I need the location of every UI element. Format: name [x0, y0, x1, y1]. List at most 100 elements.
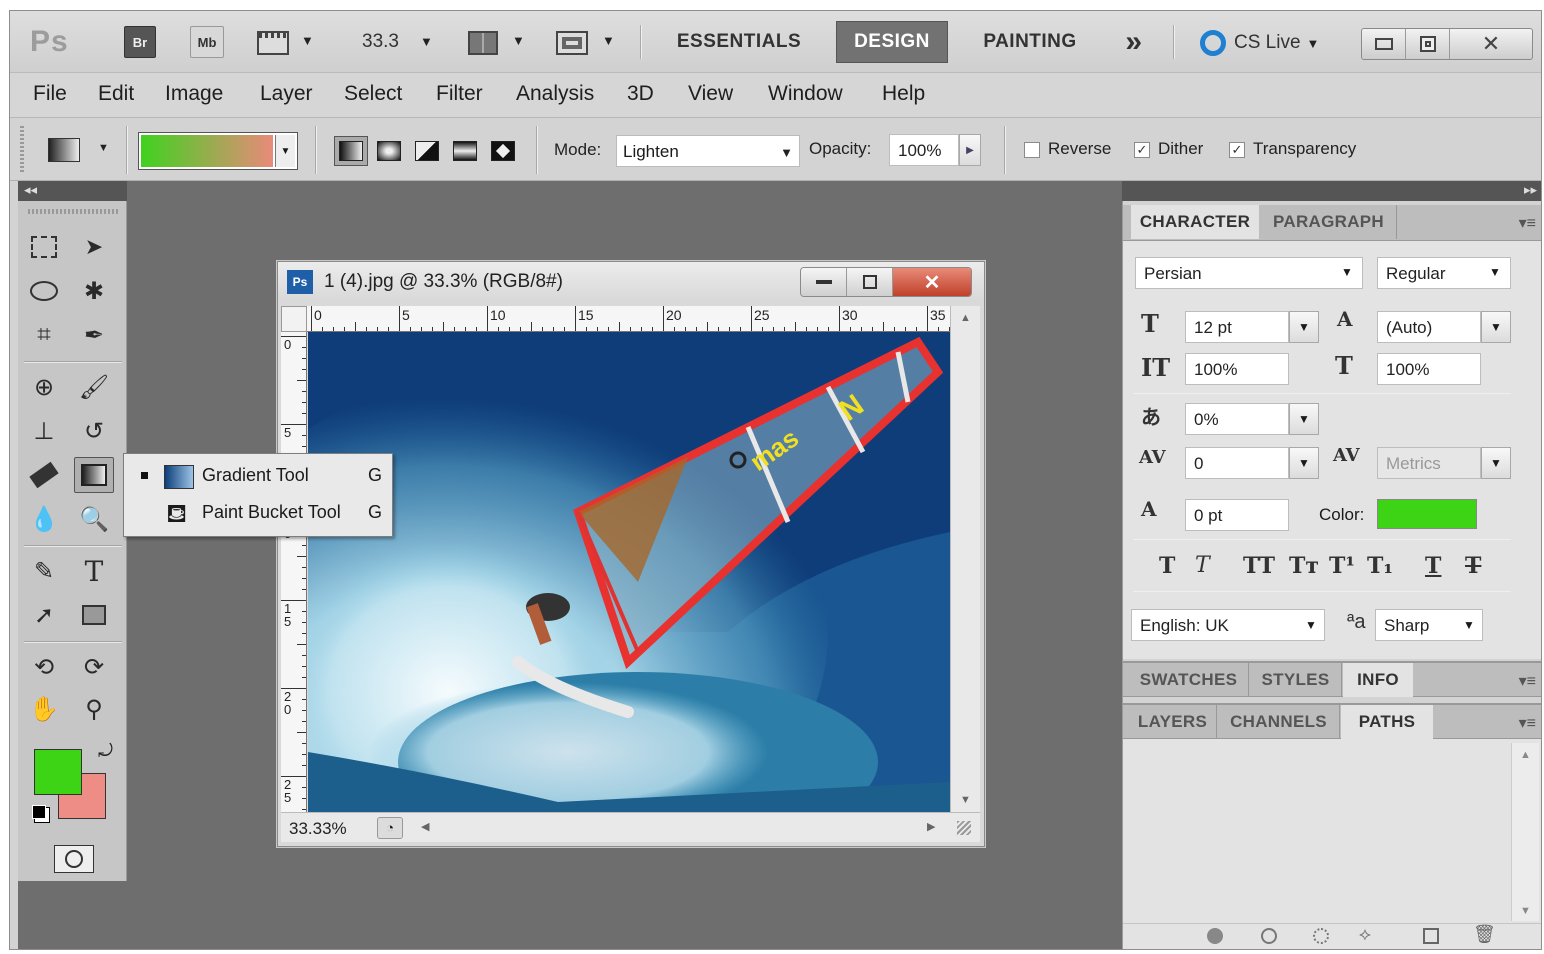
language-select[interactable]: English: UK [1131, 609, 1325, 641]
faux-italic-button[interactable]: T [1195, 553, 1210, 578]
hand-tool[interactable]: ✋ [24, 691, 64, 727]
close-button[interactable]: ✕ [1450, 29, 1532, 59]
tab-info[interactable]: INFO [1343, 663, 1413, 697]
panel-menu-icon[interactable]: ▾≡ [1519, 213, 1536, 233]
document-window[interactable]: Ps 1 (4).jpg @ 33.3% (RGB/8#) ✕ 0 5 10 15 20… [277, 261, 985, 847]
default-colors-icon[interactable] [32, 805, 46, 819]
blur-tool[interactable]: 💧 [24, 501, 64, 537]
diamond-gradient-button[interactable] [486, 136, 520, 166]
opacity-input[interactable]: 100% [889, 134, 959, 166]
minimize-button[interactable] [1362, 29, 1406, 59]
dither-checkbox[interactable]: ✓ [1134, 142, 1150, 158]
flyout-item-paint-bucket[interactable]: ⛾ Paint Bucket Tool G [126, 496, 390, 532]
eyedropper-tool[interactable]: ✒ [74, 317, 114, 353]
scroll-down-icon[interactable]: ▼ [960, 794, 971, 806]
panel-menu-icon[interactable]: ▾≡ [1519, 671, 1536, 691]
magic-wand-tool[interactable]: ✱ [74, 273, 114, 309]
menu-edit[interactable]: Edit [98, 82, 134, 106]
menu-file[interactable]: File [33, 82, 67, 106]
history-brush-tool[interactable]: ↺ [74, 413, 114, 449]
lasso-tool[interactable] [24, 273, 64, 309]
resize-grip-icon[interactable] [957, 821, 971, 835]
menu-3d[interactable]: 3D [627, 82, 654, 106]
document-canvas-image[interactable]: mas N [308, 332, 950, 812]
eraser-tool[interactable] [24, 457, 64, 493]
arrange-documents-button[interactable]: ▼ [468, 29, 538, 57]
tracking-dropdown[interactable]: ▼ [1481, 447, 1511, 479]
paths-scrollbar[interactable]: ▲ ▼ [1511, 743, 1539, 921]
quick-mask-button[interactable] [54, 845, 94, 873]
screen-mode-button[interactable]: ▼ [556, 29, 626, 57]
restore-button[interactable] [1406, 29, 1450, 59]
document-restore-button[interactable] [847, 268, 893, 296]
new-path-icon[interactable] [1423, 928, 1439, 944]
font-size-dropdown[interactable]: ▼ [1289, 311, 1319, 343]
flyout-item-gradient[interactable]: Gradient Tool G [126, 458, 390, 494]
tool-preset-picker[interactable]: ▼ [48, 136, 112, 164]
menu-analysis[interactable]: Analysis [516, 82, 594, 106]
cs-live-button[interactable]: CS Live ▼ [1200, 27, 1340, 59]
tab-paragraph[interactable]: PARAGRAPH [1261, 205, 1397, 239]
trash-icon[interactable]: 🗑 [1473, 924, 1496, 945]
document-close-button[interactable]: ✕ [893, 268, 971, 296]
baseline-shift-input[interactable]: 0 pt [1185, 499, 1289, 531]
reflected-gradient-button[interactable] [448, 136, 482, 166]
zoom-level-dropdown[interactable]: 33.3 ▼ [362, 31, 442, 57]
horizontal-scale-input[interactable]: 100% [1377, 353, 1481, 385]
3d-rotate-tool[interactable]: ⟲ [24, 649, 64, 685]
linear-gradient-button[interactable] [334, 136, 368, 166]
tab-layers[interactable]: LAYERS [1129, 705, 1217, 739]
document-minimize-button[interactable] [801, 268, 847, 296]
more-workspaces-button[interactable]: » [1114, 21, 1154, 63]
stroke-path-icon[interactable] [1261, 928, 1277, 944]
panel-menu-icon[interactable]: ▾≡ [1519, 713, 1536, 733]
angle-gradient-button[interactable] [410, 136, 444, 166]
3d-orbit-tool[interactable]: ⟳ [74, 649, 114, 685]
tsume-input[interactable]: 0% [1185, 403, 1289, 435]
load-selection-icon[interactable] [1313, 928, 1329, 944]
scroll-right-icon[interactable]: ▶ [927, 820, 935, 833]
collapse-icon[interactable]: ◂◂ [24, 182, 37, 198]
document-zoom-value[interactable]: 33.33% [289, 819, 347, 839]
menu-select[interactable]: Select [344, 82, 402, 106]
underline-button[interactable]: T [1425, 553, 1441, 579]
scroll-up-icon[interactable]: ▲ [960, 312, 971, 324]
leading-input[interactable]: (Auto) [1377, 311, 1481, 343]
pen-tool[interactable]: ✎ [24, 553, 64, 589]
type-tool[interactable]: T [74, 553, 114, 589]
menu-image[interactable]: Image [165, 82, 223, 106]
menu-view[interactable]: View [688, 82, 733, 106]
tab-character[interactable]: CHARACTER [1131, 205, 1259, 239]
radial-gradient-button[interactable] [372, 136, 406, 166]
fill-path-icon[interactable] [1207, 928, 1223, 944]
transparency-checkbox[interactable]: ✓ [1229, 142, 1245, 158]
vertical-scrollbar[interactable]: ▲ ▼ [950, 306, 980, 812]
gradient-picker[interactable]: ▼ [138, 132, 298, 170]
tab-paths[interactable]: PATHS [1341, 705, 1433, 739]
faux-bold-button[interactable]: T [1159, 553, 1175, 579]
kerning-dropdown[interactable]: ▼ [1289, 447, 1319, 479]
small-caps-button[interactable]: Tт [1289, 553, 1319, 579]
strikethrough-button[interactable]: T [1465, 553, 1481, 579]
path-selection-tool[interactable]: ➚ [24, 597, 64, 633]
menu-layer[interactable]: Layer [260, 82, 313, 106]
tab-channels[interactable]: CHANNELS [1218, 705, 1340, 739]
rectangle-tool[interactable] [74, 597, 114, 633]
leading-dropdown[interactable]: ▼ [1481, 311, 1511, 343]
swap-colors-icon[interactable]: ⤾ [98, 741, 113, 762]
dodge-tool[interactable]: 🔍 [74, 501, 114, 537]
font-family-select[interactable]: Persian [1135, 257, 1363, 289]
status-menu-icon[interactable]: ◔ [377, 817, 403, 839]
spot-healing-tool[interactable]: ⊕ [24, 369, 64, 405]
opacity-slider-button[interactable]: ▶ [959, 134, 981, 166]
crop-tool[interactable]: ⌗ [24, 317, 64, 353]
tab-styles[interactable]: STYLES [1250, 663, 1342, 697]
all-caps-button[interactable]: TT [1243, 553, 1275, 579]
tracking-input[interactable]: Metrics [1377, 447, 1481, 479]
scroll-up-icon[interactable]: ▲ [1520, 749, 1531, 761]
bridge-button[interactable]: Br [124, 26, 156, 58]
view-extras-button[interactable]: ▼ [257, 29, 319, 57]
scroll-left-icon[interactable]: ◀ [421, 820, 429, 833]
menu-filter[interactable]: Filter [436, 82, 483, 106]
menu-window[interactable]: Window [768, 82, 843, 106]
